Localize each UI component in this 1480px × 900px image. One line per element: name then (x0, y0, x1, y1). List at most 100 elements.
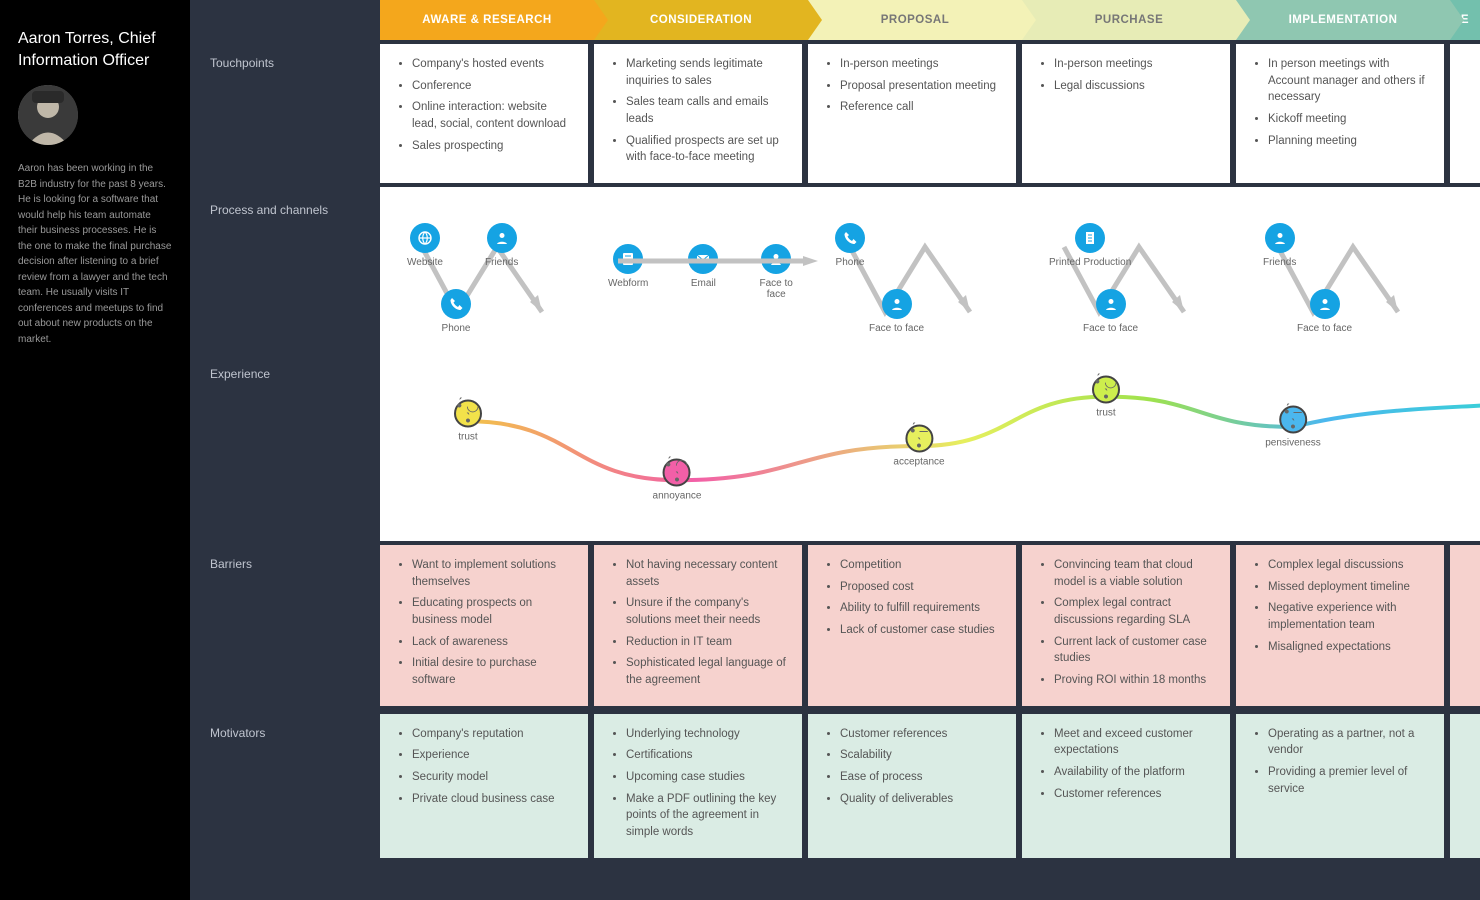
row-touchpoints: Touchpoints Company's hosted eventsConfe… (190, 40, 1480, 187)
list-item: Complex legal discussions (1268, 557, 1430, 574)
emotion-node: •́ ◡ •̀ trust (454, 400, 482, 443)
barrier-cell: Not having necessary content assets Unsur… (594, 545, 802, 706)
list-item: Unsure if the company's solutions meet t… (626, 595, 788, 628)
list-item: Ability to fulfill requirements (840, 600, 1002, 617)
process-node: Phone (835, 223, 865, 268)
motivator-cell: Company's reputationExperienceSecurity m… (380, 714, 588, 858)
list-item: Availability of the platform (1054, 764, 1216, 781)
process-node: Face to face (1083, 289, 1138, 334)
process-node-label: Face to face (869, 323, 924, 334)
list-item: Proposed cost (840, 579, 1002, 596)
list-item: In-person meetings (1054, 56, 1216, 73)
emotion-node: •́ ◡ •̀ trust (1092, 375, 1120, 418)
emotion-label: pensiveness (1265, 438, 1321, 449)
process-node: Webform (608, 244, 648, 289)
list-item: Proposal presentation meeting (840, 78, 1002, 95)
touchpoint-cell: Company's hosted eventsConferenceOnline … (380, 44, 588, 183)
emotion-node: •́ ◠ •̀annoyance (653, 459, 702, 502)
user-icon (487, 223, 517, 253)
process-node: Friends (485, 223, 518, 268)
stage-header: AWARE & RESEARCH (380, 0, 594, 40)
process-node-label: Friends (1263, 257, 1296, 268)
persona-sidebar: Aaron Torres, Chief Information Officer … (0, 0, 190, 900)
touchpoint-cell: In-person meetingsProposal presentation … (808, 44, 1016, 183)
list-item: Lack of customer case studies (840, 622, 1002, 639)
list-item: Providing a premier level of service (1268, 764, 1430, 797)
process-node-label: Phone (442, 323, 471, 334)
process-node: Face to face (758, 244, 794, 300)
emotion-face-icon: •́ ◡ •̀ (454, 400, 482, 428)
list-item: Ease of process (840, 769, 1002, 786)
list-item: Operating as a partner, not a vendor (1268, 726, 1430, 759)
experience-chart: •́ ◡ •̀trust•́ ◠ •̀annoyance•́ – •̀accep… (380, 351, 1480, 541)
phone-icon (441, 289, 471, 319)
list-item: Competition (840, 557, 1002, 574)
list-item: Planning meeting (1268, 133, 1430, 150)
emotion-label: annoyance (653, 491, 702, 502)
process-node-label: Friends (485, 257, 518, 268)
process-node-label: Webform (608, 278, 648, 289)
list-item: Reference call (840, 99, 1002, 116)
stage-label: CONSIDERATION (650, 14, 752, 26)
process-cell: Friends Face to face (1236, 205, 1450, 339)
list-item: Certifications (626, 747, 788, 764)
stage-header: PURCHASE (1022, 0, 1236, 40)
process-node: Face to face (1297, 289, 1352, 334)
process-node: Website (407, 223, 443, 268)
barrier-cell: Convincing team that cloud model is a vi… (1022, 545, 1230, 706)
list-item: Make a PDF outlining the key points of t… (626, 791, 788, 841)
user-icon (1310, 289, 1340, 319)
row-label: Touchpoints (190, 40, 380, 187)
process-node: Email (688, 244, 718, 289)
list-item: Company's hosted events (412, 56, 574, 73)
list-item: Current lack of customer case studies (1054, 634, 1216, 667)
list-item: Experience (412, 747, 574, 764)
stage-label: PROPOSAL (881, 14, 950, 26)
list-item: Not having necessary content assets (626, 557, 788, 590)
row-experience: Experience •́ ◡ •̀trust•́ ◠ •̀annoyance•… (190, 351, 1480, 541)
barrier-cell: Want to implement solutions themselves Ed… (380, 545, 588, 706)
stage-header-row: AWARE & RESEARCH CONSIDERATION PROPOSAL PUR… (380, 0, 1480, 40)
row-process: Process and channels Website Phone Friends… (190, 187, 1480, 351)
user-icon (1265, 223, 1295, 253)
persona-name-title: Aaron Torres, Chief Information Officer (18, 28, 172, 71)
process-node: Printed Production (1049, 223, 1131, 268)
list-item: Scalability (840, 747, 1002, 764)
stage-label: AWARE & RESEARCH (422, 14, 551, 26)
motivator-cell: Customer references Scalability Ease of pr… (808, 714, 1016, 858)
list-item: Meet and exceed customer expectations (1054, 726, 1216, 759)
persona-avatar (18, 85, 78, 145)
emotion-face-icon: •́ – •̀ (905, 425, 933, 453)
process-node: Friends (1263, 223, 1296, 268)
list-item: Marketing sends legitimate inquiries to … (626, 56, 788, 89)
list-item: Customer references (1054, 786, 1216, 803)
list-item: Convincing team that cloud model is a vi… (1054, 557, 1216, 590)
user-icon (882, 289, 912, 319)
stage-header: IMPLEMENTATION (1236, 0, 1450, 40)
row-barriers: Barriers Want to implement solutions the… (190, 541, 1480, 710)
list-item: Underlying technology (626, 726, 788, 743)
list-item: Customer references (840, 726, 1002, 743)
list-item: Quality of deliverables (840, 791, 1002, 808)
process-node: Face to face (869, 289, 924, 334)
process-cell: Printed Production Face to face (1022, 205, 1236, 339)
list-item: Educating prospects on business model (412, 595, 574, 628)
user-icon (1096, 289, 1126, 319)
emotion-label: trust (458, 432, 477, 443)
stage-label: IMPLEMENTATION (1289, 14, 1398, 26)
list-item: Misaligned expectations (1268, 639, 1430, 656)
barrier-cell: Competition Proposed cost Ability to fulfi… (808, 545, 1016, 706)
emotion-label: trust (1096, 407, 1115, 418)
row-motivators: Motivators Company's reputationExperienc… (190, 710, 1480, 862)
stage-label: PURCHASE (1095, 14, 1164, 26)
list-item: Want to implement solutions themselves (412, 557, 574, 590)
emotion-face-icon: •́ ◡ •̀ (1092, 375, 1120, 403)
process-cell: Website Phone Friends (380, 205, 594, 339)
list-item: Company's reputation (412, 726, 574, 743)
list-item: Sales prospecting (412, 138, 574, 155)
process-node-label: Face to face (1083, 323, 1138, 334)
motivator-cell: Meet and exceed customer expectations Ava… (1022, 714, 1230, 858)
list-item: Private cloud business case (412, 791, 574, 808)
row-label: Process and channels (190, 187, 380, 351)
list-item: Qualified prospects are set up with face… (626, 133, 788, 166)
